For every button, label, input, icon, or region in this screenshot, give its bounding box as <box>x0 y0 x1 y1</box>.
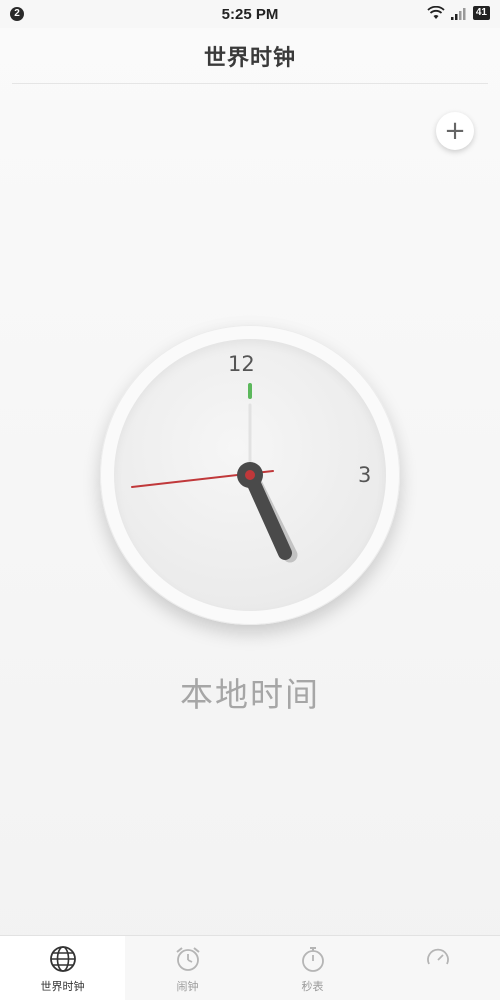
tab-alarm[interactable]: 闹钟 <box>125 936 250 1000</box>
battery-indicator: 41 <box>472 6 490 20</box>
tab-label: 世界时钟 <box>40 980 85 993</box>
header: 世界时钟 <box>0 28 500 83</box>
tab-world-clock[interactable]: 世界时钟 <box>0 936 125 1000</box>
tab-timer[interactable] <box>375 936 500 1000</box>
tab-label: 闹钟 <box>176 980 199 993</box>
analog-clock: 12 3 <box>100 325 400 625</box>
status-bar: 2 5:25 PM 41 <box>0 0 500 28</box>
signal-icon <box>450 7 466 20</box>
alarm-clock-icon <box>175 947 200 971</box>
tab-stopwatch[interactable]: 秒表 <box>250 936 375 1000</box>
status-icons: 41 <box>427 6 490 20</box>
status-time: 5:25 PM <box>221 5 279 23</box>
stopwatch-icon <box>301 947 324 972</box>
clock-hands <box>131 383 298 563</box>
add-city-button[interactable]: + <box>436 112 474 150</box>
page-title: 世界时钟 <box>203 45 296 71</box>
globe-icon <box>49 946 76 972</box>
wifi-icon <box>427 6 445 19</box>
local-time-label: 本地时间 <box>180 675 320 714</box>
notification-count-badge: 2 <box>10 7 24 21</box>
bottom-tab-bar: 世界时钟 闹钟 秒表 <box>0 935 500 1000</box>
clock-center-pin <box>245 470 255 480</box>
tab-label: 秒表 <box>301 980 324 993</box>
timer-icon <box>426 948 449 965</box>
header-divider <box>12 83 488 84</box>
